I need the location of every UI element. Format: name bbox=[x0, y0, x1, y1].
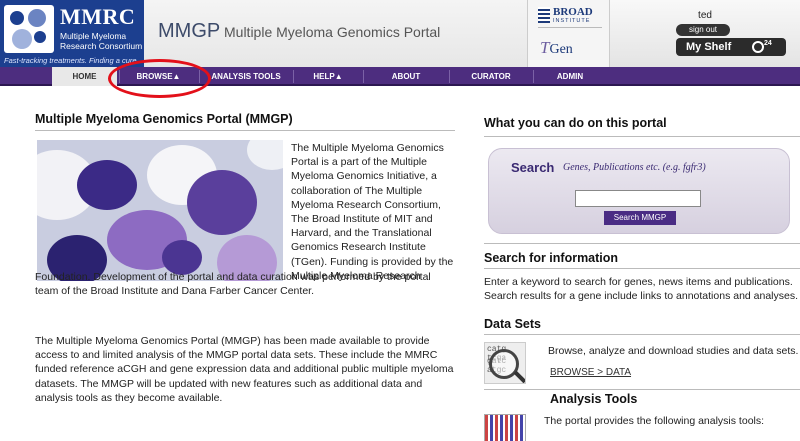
sidebar-title: What you can do on this portal bbox=[484, 116, 667, 130]
analysis-tools-text: The portal provides the following analys… bbox=[544, 415, 765, 427]
main-content: Multiple Myeloma Genomics Portal (MMGP) … bbox=[35, 104, 455, 441]
search-input[interactable] bbox=[575, 190, 701, 207]
analysis-tools-title: Analysis Tools bbox=[550, 392, 638, 406]
username: ted bbox=[698, 10, 712, 21]
tgen-suffix: Gen bbox=[549, 42, 573, 57]
sidebar-divider bbox=[484, 268, 800, 269]
nav-about[interactable]: ABOUT bbox=[365, 67, 447, 86]
nav-analysis-tools[interactable]: ANALYSIS TOOLS bbox=[201, 67, 291, 86]
magnifier-icon[interactable]: catg tcga gatc atgc bbox=[484, 342, 526, 384]
broad-subtitle: INSTITUTE bbox=[553, 18, 591, 24]
logo-tagline: Fast-tracking treatments. Finding a cure… bbox=[4, 56, 139, 65]
search-panel: Search Genes, Publications etc. (e.g. fg… bbox=[488, 148, 790, 234]
mmrc-logo[interactable]: MMRC Multiple Myeloma Research Consortiu… bbox=[0, 0, 144, 67]
broad-logo[interactable]: BROAD INSTITUTE bbox=[538, 6, 602, 28]
myeloma-cells-image bbox=[37, 140, 283, 281]
right-sidebar: What you can do on this portal Search Ge… bbox=[484, 104, 800, 441]
browse-data-link[interactable]: BROWSE > DATA bbox=[550, 367, 631, 378]
broad-mark-icon bbox=[538, 7, 550, 23]
analysis-tools-icon[interactable] bbox=[484, 414, 526, 441]
search-mmgp-button[interactable]: Search MMGP bbox=[604, 211, 676, 225]
site-title-area: MMGP Multiple Myeloma Genomics Portal bbox=[144, 0, 528, 67]
header: MMRC Multiple Myeloma Research Consortiu… bbox=[0, 0, 800, 67]
tgen-logo[interactable]: TGen bbox=[540, 38, 573, 58]
user-area: ted sign out My Shelf 24 bbox=[610, 0, 800, 67]
site-name: Multiple Myeloma Genomics Portal bbox=[224, 24, 441, 40]
my-shelf-button[interactable]: My Shelf 24 bbox=[676, 38, 786, 56]
annotation-circle bbox=[108, 59, 211, 98]
nav-admin[interactable]: ADMIN bbox=[535, 67, 605, 86]
search-label: Search bbox=[511, 160, 555, 175]
sidebar-divider bbox=[484, 334, 800, 335]
my-shelf-label: My Shelf bbox=[686, 41, 732, 53]
partner-logos: BROAD INSTITUTE TGen bbox=[528, 0, 610, 67]
page-title: Multiple Myeloma Genomics Portal (MMGP) bbox=[35, 112, 293, 126]
logo-title: MMRC bbox=[60, 4, 136, 29]
site-code: MMGP bbox=[158, 20, 221, 42]
datasets-title: Data Sets bbox=[484, 317, 541, 331]
search-hint: Genes, Publications etc. (e.g. fgfr3) bbox=[563, 162, 706, 173]
portal-description: The Multiple Myeloma Genomics Portal (MM… bbox=[35, 335, 454, 404]
title-divider bbox=[35, 130, 455, 131]
search-info-text: Enter a keyword to search for genes, new… bbox=[484, 276, 799, 303]
sidebar-divider bbox=[484, 136, 800, 137]
sign-out-button[interactable]: sign out bbox=[676, 24, 730, 36]
my-shelf-count: 24 bbox=[764, 40, 772, 47]
intro-text: The Multiple Myeloma Genomics Portal is … bbox=[291, 142, 454, 282]
intro-text-continued: Foundation. Development of the portal an… bbox=[35, 271, 431, 298]
broad-title: BROAD bbox=[553, 6, 593, 18]
my-shelf-icon bbox=[752, 41, 764, 53]
sidebar-divider bbox=[484, 389, 800, 390]
nav-curator[interactable]: CURATOR bbox=[451, 67, 531, 86]
nav-help[interactable]: HELP▲ bbox=[295, 67, 361, 86]
page: MMRC Multiple Myeloma Research Consortiu… bbox=[0, 0, 800, 441]
logo-subtitle: Multiple Myeloma Research Consortium bbox=[60, 31, 143, 51]
datasets-text: Browse, analyze and download studies and… bbox=[548, 345, 799, 357]
mmrc-emblem-icon bbox=[4, 5, 54, 53]
search-info-title: Search for information bbox=[484, 251, 619, 265]
sidebar-divider bbox=[484, 243, 800, 244]
